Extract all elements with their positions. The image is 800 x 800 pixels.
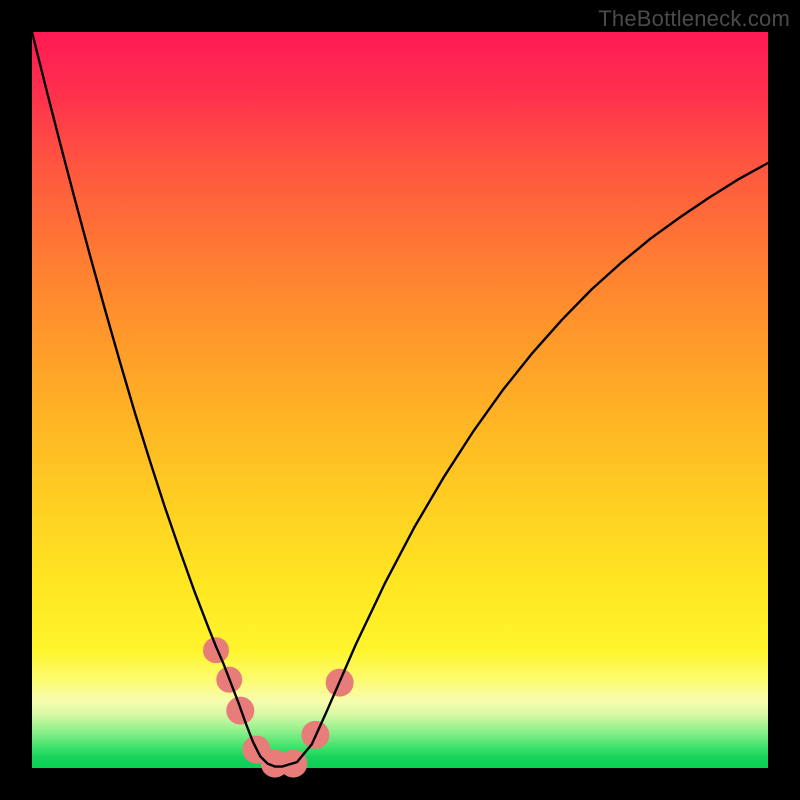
watermark-text: TheBottleneck.com — [598, 6, 790, 32]
chart-svg — [32, 32, 768, 768]
markers-group — [203, 637, 354, 777]
chart-plot-area — [32, 32, 768, 768]
bottleneck-curve-path — [32, 32, 768, 767]
chart-frame: TheBottleneck.com — [0, 0, 800, 800]
marker-point — [203, 637, 229, 663]
